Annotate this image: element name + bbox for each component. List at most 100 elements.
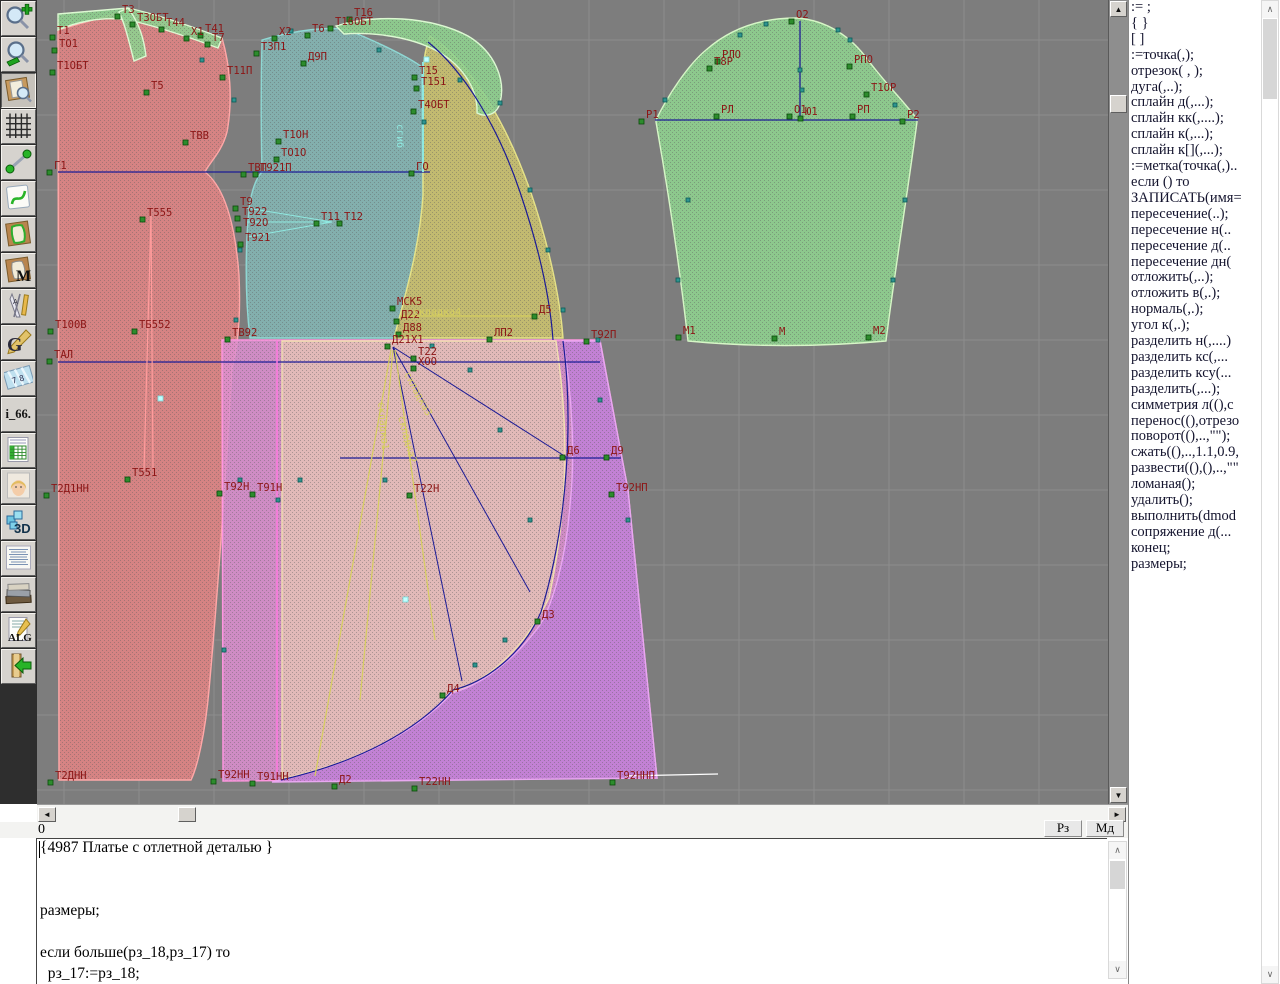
curve-point-marker[interactable] [473,663,477,667]
editor-scroll-up-button[interactable]: ∧ [1109,842,1126,859]
point-marker[interactable] [414,86,419,91]
command-item[interactable]: перенос((),отрезо [1129,414,1280,430]
curve-point-marker[interactable] [800,88,804,92]
command-item[interactable]: сопряжение д(... [1129,525,1280,541]
command-item[interactable]: разделить кс(,... [1129,350,1280,366]
point-marker[interactable] [47,359,52,364]
command-item[interactable]: выполнить(dmod [1129,509,1280,525]
point-marker[interactable] [241,172,246,177]
point-marker[interactable] [385,344,390,349]
command-item[interactable]: := ; [1129,0,1280,16]
point-marker[interactable] [250,781,255,786]
command-item[interactable]: если () то [1129,175,1280,191]
command-item[interactable]: { } [1129,16,1280,32]
curve-point-marker[interactable] [663,98,667,102]
toolbar-button-size-table[interactable] [1,433,36,468]
point-marker[interactable] [52,48,57,53]
toolbar-button-measuring-tape[interactable]: 7 8 [1,361,36,396]
command-item[interactable]: :=точка(,); [1129,48,1280,64]
point-marker[interactable] [866,335,871,340]
command-item[interactable]: пересечение н(.. [1129,223,1280,239]
point-marker[interactable] [125,477,130,482]
point-marker[interactable] [787,114,792,119]
curve-point-marker[interactable] [377,48,381,52]
curve-point-marker[interactable] [458,78,462,82]
command-item[interactable]: угол к(,.); [1129,318,1280,334]
toolbar-button-exit[interactable] [1,649,36,684]
command-item[interactable]: пересечение дн( [1129,255,1280,271]
point-marker[interactable] [535,619,540,624]
command-item[interactable]: отложить в(,.); [1129,286,1280,302]
point-marker[interactable] [604,455,609,460]
point-marker[interactable] [50,70,55,75]
command-item[interactable]: :=метка(точка(,).. [1129,159,1280,175]
command-panel-scrollbar[interactable]: ∧ ∨ [1261,0,1279,984]
point-marker[interactable] [772,336,777,341]
scroll-down-button[interactable]: ▼ [1110,787,1127,803]
point-marker[interactable] [639,119,644,124]
point-marker[interactable] [789,19,794,24]
curve-point-marker[interactable] [276,498,280,502]
curve-point-marker[interactable] [836,28,840,32]
toolbar-button-zoom-out[interactable] [1,37,36,72]
point-marker[interactable] [140,217,145,222]
command-item[interactable]: дуга(,..); [1129,80,1280,96]
command-item[interactable]: разделить(,...); [1129,382,1280,398]
curve-point-marker[interactable] [798,68,802,72]
point-marker[interactable] [276,139,281,144]
point-marker[interactable] [47,170,52,175]
selected-point-marker[interactable] [403,597,408,602]
curve-point-marker[interactable] [238,248,242,252]
command-item[interactable]: пересечение(..); [1129,207,1280,223]
drawing-canvas[interactable]: Т1ТО1Т1ОБТТ3Т3ОБТТ44Х1Т41Т7Т5ТВВГ1ТВПТ92… [37,0,1108,804]
point-marker[interactable] [847,64,852,69]
point-marker[interactable] [332,784,337,789]
point-marker[interactable] [714,114,719,119]
toolbar-button-drafting-tools[interactable]: А [1,289,36,324]
command-item[interactable]: развести((),(),..,"" [1129,461,1280,477]
point-marker[interactable] [532,314,537,319]
point-marker[interactable] [217,491,222,496]
md-button[interactable]: Мд [1086,820,1124,837]
point-marker[interactable] [560,455,565,460]
point-marker[interactable] [440,693,445,698]
toolbar-button-fit-view[interactable] [1,73,36,108]
point-marker[interactable] [900,119,905,124]
selected-point-marker[interactable] [158,396,163,401]
curve-point-marker[interactable] [598,398,602,402]
point-marker[interactable] [411,356,416,361]
commands-scroll-down-button[interactable]: ∨ [1262,966,1278,983]
command-item[interactable]: ломаная(); [1129,477,1280,493]
curve-point-marker[interactable] [676,278,680,282]
curve-point-marker[interactable] [503,638,507,642]
point-marker[interactable] [487,337,492,342]
point-marker[interactable] [412,75,417,80]
command-item[interactable]: разделить н(,....) [1129,334,1280,350]
point-marker[interactable] [236,227,241,232]
point-marker[interactable] [235,216,240,221]
point-marker[interactable] [159,27,164,32]
canvas-horizontal-scrollbar[interactable]: ◄ ► [37,804,1128,822]
point-marker[interactable] [409,171,414,176]
point-marker[interactable] [250,492,255,497]
commands-vscroll-thumb[interactable] [1263,19,1277,99]
rz-button[interactable]: Рз [1044,820,1082,837]
command-item[interactable]: симметрия л((),с [1129,398,1280,414]
curve-point-marker[interactable] [903,198,907,202]
point-marker[interactable] [390,306,395,311]
point-marker[interactable] [394,319,399,324]
point-marker[interactable] [225,337,230,342]
point-marker[interactable] [48,780,53,785]
curve-point-marker[interactable] [200,58,204,62]
point-marker[interactable] [798,116,803,121]
curve-point-marker[interactable] [738,33,742,37]
point-marker[interactable] [412,786,417,791]
point-marker[interactable] [254,51,259,56]
point-marker[interactable] [183,140,188,145]
command-item[interactable]: отложить(,..); [1129,270,1280,286]
command-item[interactable]: конец; [1129,541,1280,557]
command-item[interactable]: поворот((),..,""); [1129,429,1280,445]
command-item[interactable]: сплайн к[](,...); [1129,143,1280,159]
editor-vertical-scrollbar[interactable]: ∧ ∨ [1108,841,1127,979]
command-item[interactable]: сплайн к(,...); [1129,127,1280,143]
